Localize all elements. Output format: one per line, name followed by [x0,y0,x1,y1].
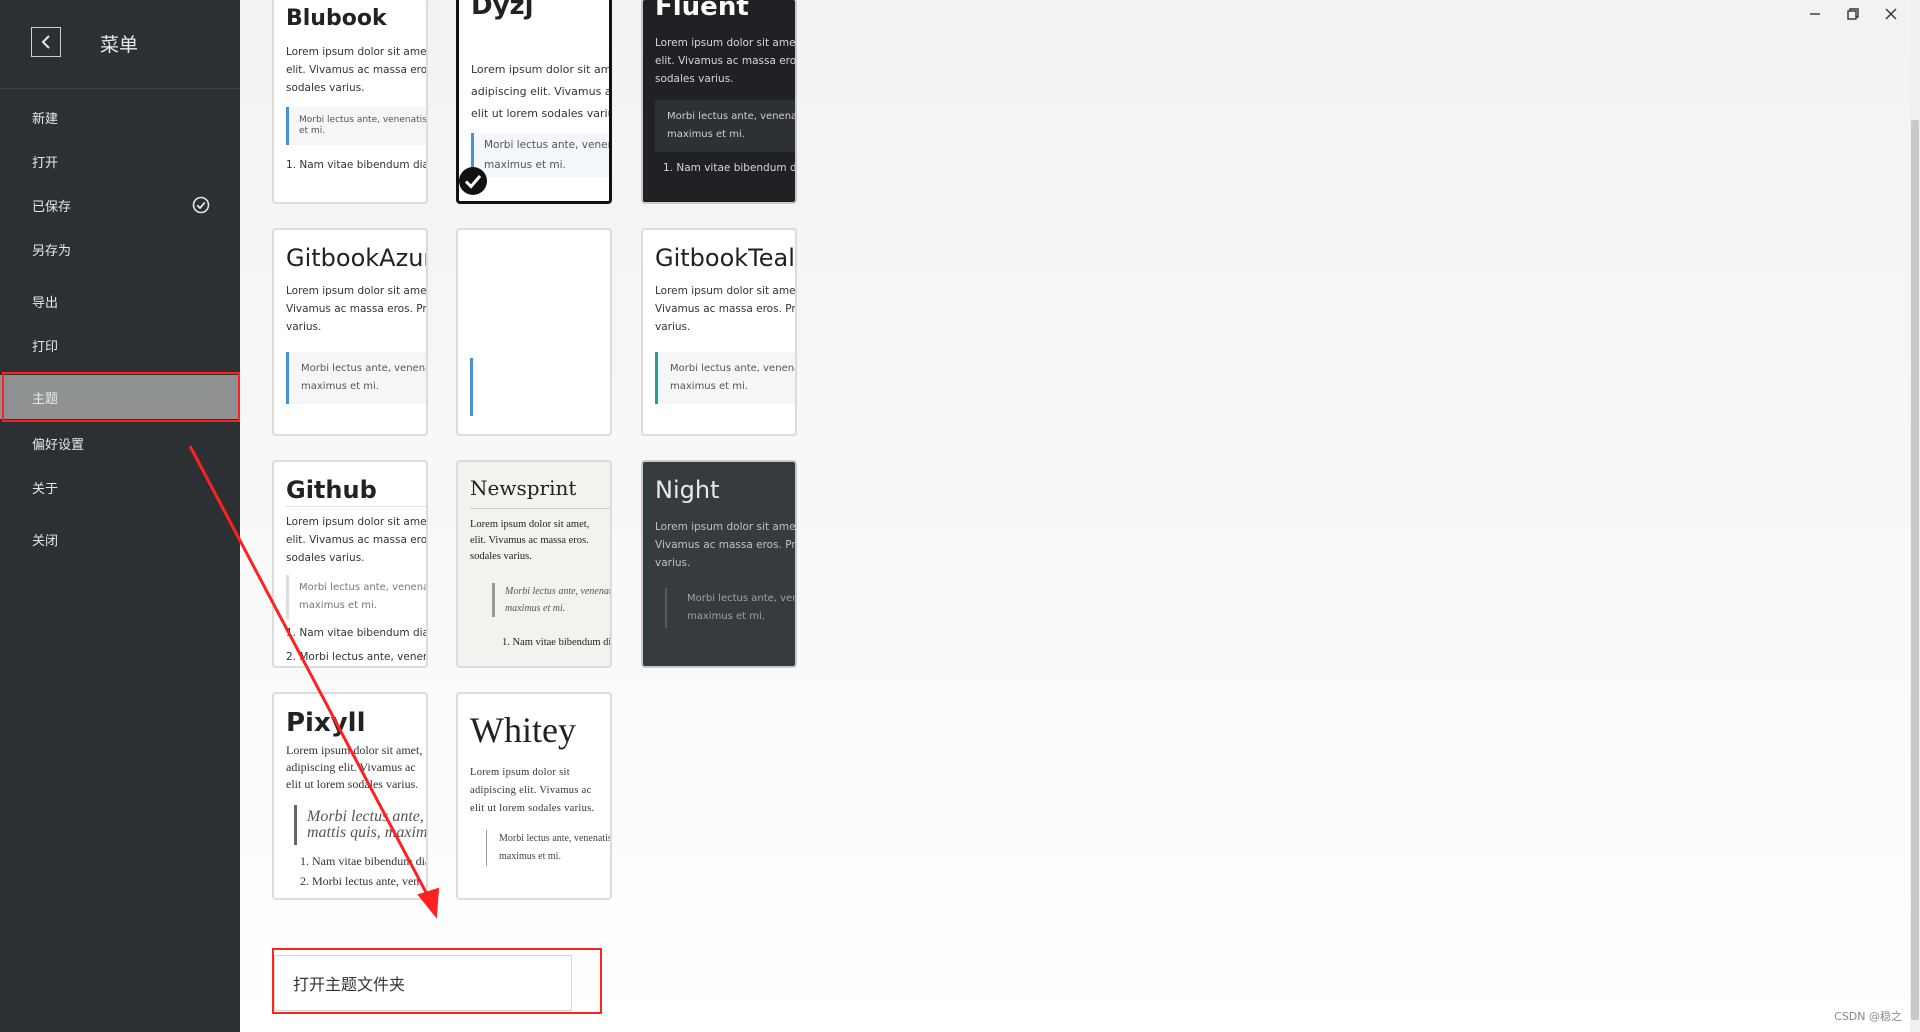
theme-card-dyzj[interactable]: Dyzj Lorem ipsum dolor sit amet, adipisci… [456,0,612,204]
menu-item-export[interactable]: 导出 [0,279,240,323]
theme-sample-text: Lorem ipsum dolor sit amet, coVivamus ac… [655,285,797,333]
menu-item-label: 主题 [32,391,59,407]
menu-item-saved[interactable]: 已保存 [0,183,240,227]
theme-card-whitey[interactable]: Whitey Lorem ipsum dolor sit adipiscing e… [456,692,612,900]
theme-sample-text: Lorem ipsum dolor sit amet, elit. Vivamus… [655,37,797,85]
theme-card-gitbookteal[interactable]: GitbookTeal Lorem ipsum dolor sit amet, … [641,228,797,436]
menu-item-label: 已保存 [32,199,72,215]
menu-item-new[interactable]: 新建 [0,95,240,139]
watermark: CSDN @稳之 [1834,1010,1902,1023]
menu-item-about[interactable]: 关于 [0,465,240,509]
menu-item-open[interactable]: 打开 [0,139,240,183]
menu-item-label: 另存为 [32,243,72,259]
theme-sample-quote: Morbi lectus ante, venenatismaximus et m… [492,583,610,617]
menu-item-label: 打印 [32,339,59,355]
theme-sample-text: Lorem ipsum dolor sit amet, coVivamus ac… [655,521,797,569]
menu-item-preferences[interactable]: 偏好设置 [0,421,240,465]
theme-sample-text: Lorem ipsum dolor sit amet, elit. Vivamus… [286,516,428,564]
close-window-button[interactable] [1876,4,1906,24]
theme-sample-text: Lorem ipsum dolor sit amet, adipiscing el… [471,63,612,120]
theme-title: Newsprint [470,476,610,509]
theme-sample-list: 1. Nam vitae bibendum diam. [663,162,797,174]
theme-card-blank[interactable] [456,228,612,436]
scrollbar-thumb[interactable] [1911,120,1919,1020]
theme-card-fluent[interactable]: Fluent Lorem ipsum dolor sit amet, elit. … [641,0,797,204]
restore-icon [1847,8,1859,20]
theme-title: Fluent [655,0,749,22]
theme-sample-list: 1. Nam vitae bibendum diam. [502,637,612,648]
theme-sample-quote: Morbi lectus ante, venenatismaximus et m… [655,352,795,404]
chevron-left-icon [41,35,50,49]
theme-card-bluebook[interactable]: Blubook Lorem ipsum dolor sit amet, elit.… [272,0,428,204]
theme-title: Github [286,476,426,507]
theme-card-github[interactable]: Github Lorem ipsum dolor sit amet, elit. … [272,460,428,668]
menu-item-close[interactable]: 关闭 [0,517,240,561]
menu-title: 菜单 [100,34,139,56]
theme-sample-quote: Morbi lectus ante, venenatis et mi. [286,107,426,145]
menu-item-save-as[interactable]: 另存为 [0,227,240,271]
sidebar: 菜单 新建 打开 已保存 另存为 导出 打印 主题 偏好设置 关于 关闭 [0,0,240,1032]
selected-check-icon [459,167,487,195]
menu-item-theme[interactable]: 主题 [0,375,240,419]
theme-card-night[interactable]: Night Lorem ipsum dolor sit amet, coViva… [641,460,797,668]
menu-item-label: 打开 [32,155,59,171]
close-icon [1885,8,1897,20]
restore-button[interactable] [1838,4,1868,24]
theme-sample-quote: Morbi lectus ante, venenatismaximus et m… [665,588,795,628]
open-theme-folder-button[interactable]: 打开主题文件夹 [274,955,572,1011]
theme-title: Dyzj [471,0,534,21]
check-circle-icon [192,196,210,214]
theme-sample-text: Lorem ipsum dolor sit adipiscing elit. Vi… [470,767,595,814]
theme-sample-list: 1. Nam vitae bibendum diam. [286,159,428,171]
theme-sample-quote: Morbi lectus ante, venenatismaximus et m… [286,575,426,619]
theme-card-pixyll[interactable]: Pixyll Lorem ipsum dolor sit amet, adipis… [272,692,428,900]
theme-card-gitbookazure[interactable]: GitbookAzure Lorem ipsum dolor sit amet,… [272,228,428,436]
back-button[interactable] [31,27,61,57]
minimize-button[interactable] [1800,4,1830,24]
theme-title: GitbookTeal [655,244,795,272]
theme-sample-text: Lorem ipsum dolor sit amet, elit. Vivamus… [470,519,590,562]
theme-title: Whitey [470,710,576,750]
menu-item-label: 关闭 [32,533,59,549]
theme-sample-list: 1. Nam vitae bibendum diam.2. Morbi lect… [300,854,426,888]
theme-sample-quote: Morbi lectus ante, venenatismaximus et m… [471,133,609,177]
sidebar-header: 菜单 [0,0,240,89]
theme-sample-quote: Morbi lectus ante, venenatismaximus et m… [655,100,795,152]
theme-title: Pixyll [286,708,366,738]
theme-sample-quote: Morbi lectus ante, venenatismaximus et m… [286,352,426,404]
theme-sample-quote: Morbi lectus ante,mattis quis, maximus [294,805,426,845]
menu-item-label: 偏好设置 [32,437,85,453]
theme-title: GitbookAzure [286,244,426,272]
theme-title: Night [655,476,720,504]
theme-sample-text: Lorem ipsum dolor sit amet, coVivamus ac… [286,285,428,333]
menu-item-print[interactable]: 打印 [0,323,240,367]
menu-item-label: 关于 [32,481,59,497]
theme-sample-list: 1. Nam vitae bibendum diam.2. Morbi lect… [286,627,428,663]
theme-sample-text: Lorem ipsum dolor sit amet, elit. Vivamus… [286,46,428,94]
theme-card-newsprint[interactable]: Newsprint Lorem ipsum dolor sit amet, eli… [456,460,612,668]
theme-sample-text: Lorem ipsum dolor sit amet, adipiscing el… [286,743,423,791]
minimize-icon [1810,13,1820,15]
menu-item-label: 导出 [32,295,59,311]
theme-sample-quote: Morbi lectus ante, venenatismaximus et m… [486,830,610,866]
menu-item-label: 新建 [32,111,59,127]
theme-panel: Blubook Lorem ipsum dolor sit amet, elit.… [240,0,1920,1032]
theme-title: Blubook [286,6,387,31]
quote-bar [470,358,473,416]
